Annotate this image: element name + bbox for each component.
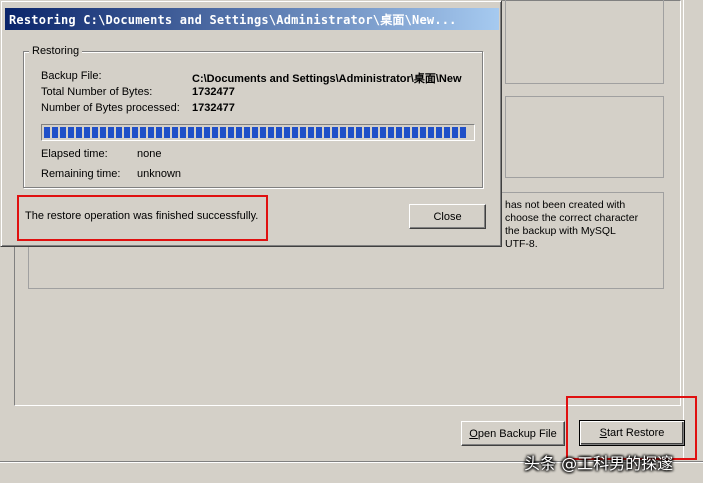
open-backup-accel: O (469, 427, 478, 440)
progress-block (428, 127, 434, 138)
progress-block (148, 127, 154, 138)
progress-block (420, 127, 426, 138)
progress-block (348, 127, 354, 138)
background-info-text: has not been created with choose the cor… (505, 199, 660, 251)
info-line: choose the correct character (505, 212, 639, 224)
restoring-group-label: Restoring (29, 45, 83, 57)
progress-block (156, 127, 162, 138)
progress-block (332, 127, 338, 138)
progress-block (284, 127, 290, 138)
progress-block (212, 127, 218, 138)
elapsed-time-value: none (137, 148, 162, 160)
progress-block (452, 127, 458, 138)
backup-file-label: Backup File: (41, 70, 102, 82)
progress-block (140, 127, 146, 138)
progress-block (268, 127, 274, 138)
progress-block (404, 127, 410, 138)
open-backup-label: pen Backup File (477, 427, 557, 440)
processed-bytes-label: Number of Bytes processed: (41, 102, 180, 114)
progress-block (260, 127, 266, 138)
progress-block (132, 127, 138, 138)
progress-block (236, 127, 242, 138)
progress-block (460, 127, 466, 138)
restore-progress-bar (41, 124, 475, 141)
progress-block (292, 127, 298, 138)
info-line: UTF-8. (505, 238, 538, 250)
remaining-time-label: Remaining time: (41, 168, 121, 180)
total-bytes-label: Total Number of Bytes: (41, 86, 153, 98)
background-group-middle (505, 96, 664, 178)
progress-block (228, 127, 234, 138)
progress-block (100, 127, 106, 138)
progress-block (68, 127, 74, 138)
info-line: the backup with MySQL (505, 225, 616, 237)
progress-block (252, 127, 258, 138)
progress-block (116, 127, 122, 138)
progress-block (412, 127, 418, 138)
progress-block (84, 127, 90, 138)
progress-block (188, 127, 194, 138)
remaining-time-value: unknown (137, 168, 182, 180)
progress-block (308, 127, 314, 138)
processed-bytes-value: 1732477 (192, 102, 235, 114)
progress-block (316, 127, 322, 138)
start-restore-label: tart Restore (606, 427, 665, 439)
progress-block (244, 127, 250, 138)
progress-block (436, 127, 442, 138)
close-button[interactable]: Close (409, 204, 486, 229)
progress-block (172, 127, 178, 138)
restore-success-message: The restore operation was finished succe… (25, 210, 259, 222)
progress-block (44, 127, 50, 138)
window-right-edge (683, 0, 703, 460)
watermark-text: 头条 @工科男的探邃 (524, 454, 674, 473)
background-group-top (505, 0, 664, 84)
progress-block (76, 127, 82, 138)
dialog-titlebar[interactable]: Restoring C:\Documents and Settings\Admi… (5, 8, 499, 30)
progress-block (396, 127, 402, 138)
progress-block (196, 127, 202, 138)
progress-block (364, 127, 370, 138)
start-restore-button[interactable]: Start Restore (579, 420, 685, 446)
elapsed-time-label: Elapsed time: (41, 148, 108, 160)
progress-block (388, 127, 394, 138)
progress-block (300, 127, 306, 138)
progress-block (204, 127, 210, 138)
progress-block (444, 127, 450, 138)
progress-block (380, 127, 386, 138)
progress-block (52, 127, 58, 138)
dialog-title: Restoring C:\Documents and Settings\Admi… (9, 12, 457, 27)
progress-block (124, 127, 130, 138)
info-line: has not been created with (505, 199, 626, 211)
progress-block (340, 127, 346, 138)
restore-progress-dialog: Restoring C:\Documents and Settings\Admi… (0, 0, 502, 247)
backup-file-value: C:\Documents and Settings\Administrator\… (192, 73, 462, 85)
total-bytes-value: 1732477 (192, 86, 235, 98)
progress-block (324, 127, 330, 138)
progress-block (220, 127, 226, 138)
start-restore-accel: S (599, 427, 607, 439)
progress-block (164, 127, 170, 138)
progress-block (372, 127, 378, 138)
progress-block (180, 127, 186, 138)
progress-block (108, 127, 114, 138)
open-backup-file-button[interactable]: Open Backup File (461, 421, 565, 446)
progress-block (60, 127, 66, 138)
progress-block (276, 127, 282, 138)
progress-block (92, 127, 98, 138)
progress-block (356, 127, 362, 138)
